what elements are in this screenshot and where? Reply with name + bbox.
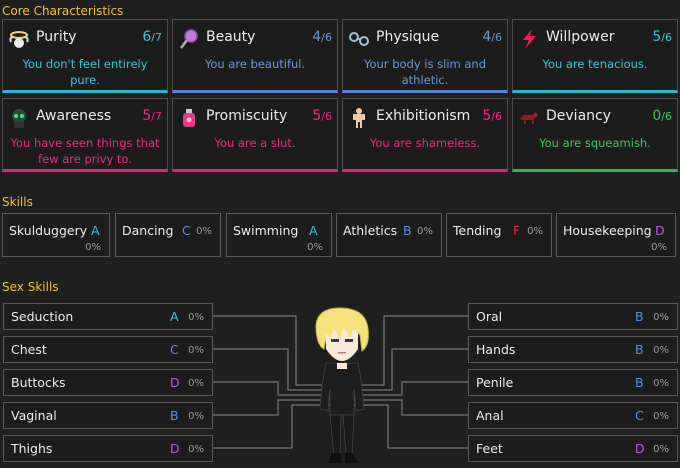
sex-skill-chest[interactable]: Chest C 0% xyxy=(3,336,213,363)
sex-skill-grade: B xyxy=(635,375,644,390)
sex-skill-feet[interactable]: Feet D 0% xyxy=(468,435,678,462)
sex-skill-name: Thighs xyxy=(11,441,53,456)
sex-skill-grade: D xyxy=(170,441,180,456)
sex-skill-grade: B xyxy=(635,342,644,357)
sex-skill-grade: D xyxy=(635,441,645,456)
sex-skill-progress: 0% xyxy=(188,378,204,389)
sex-skill-buttocks[interactable]: Buttocks D 0% xyxy=(3,369,213,396)
sex-skill-oral[interactable]: Oral B 0% xyxy=(468,303,678,330)
sex-skill-name: Chest xyxy=(11,342,47,357)
sex-skill-name: Hands xyxy=(476,342,516,357)
sex-skill-name: Vaginal xyxy=(11,408,57,423)
sex-skill-progress: 0% xyxy=(188,444,204,455)
sex-skill-progress: 0% xyxy=(653,345,669,356)
sex-skill-progress: 0% xyxy=(188,345,204,356)
sex-skill-name: Seduction xyxy=(11,309,74,324)
sex-skill-grade: B xyxy=(170,408,179,423)
sex-skill-vaginal[interactable]: Vaginal B 0% xyxy=(3,402,213,429)
sex-skill-progress: 0% xyxy=(653,444,669,455)
sex-skill-name: Anal xyxy=(476,408,504,423)
sex-skill-grade: C xyxy=(170,342,179,357)
sex-skill-thighs[interactable]: Thighs D 0% xyxy=(3,435,213,462)
sex-skill-name: Penile xyxy=(476,375,514,390)
sex-skill-progress: 0% xyxy=(653,378,669,389)
sex-skill-name: Oral xyxy=(476,309,503,324)
sex-skill-progress: 0% xyxy=(188,312,204,323)
sex-skill-progress: 0% xyxy=(653,411,669,422)
sex-skill-seduction[interactable]: Seduction A 0% xyxy=(3,303,213,330)
sex-skill-progress: 0% xyxy=(188,411,204,422)
sex-skill-grade: C xyxy=(635,408,644,423)
character-sprite xyxy=(315,307,369,463)
sex-skill-progress: 0% xyxy=(653,312,669,323)
sex-skill-grade: D xyxy=(170,375,180,390)
sex-skill-grade: B xyxy=(635,309,644,324)
sex-skill-name: Buttocks xyxy=(11,375,66,390)
sex-skill-anal[interactable]: Anal C 0% xyxy=(468,402,678,429)
sex-skill-hands[interactable]: Hands B 0% xyxy=(468,336,678,363)
sex-skill-grade: A xyxy=(170,309,179,324)
sex-skill-name: Feet xyxy=(476,441,503,456)
sex-skill-penile[interactable]: Penile B 0% xyxy=(468,369,678,396)
